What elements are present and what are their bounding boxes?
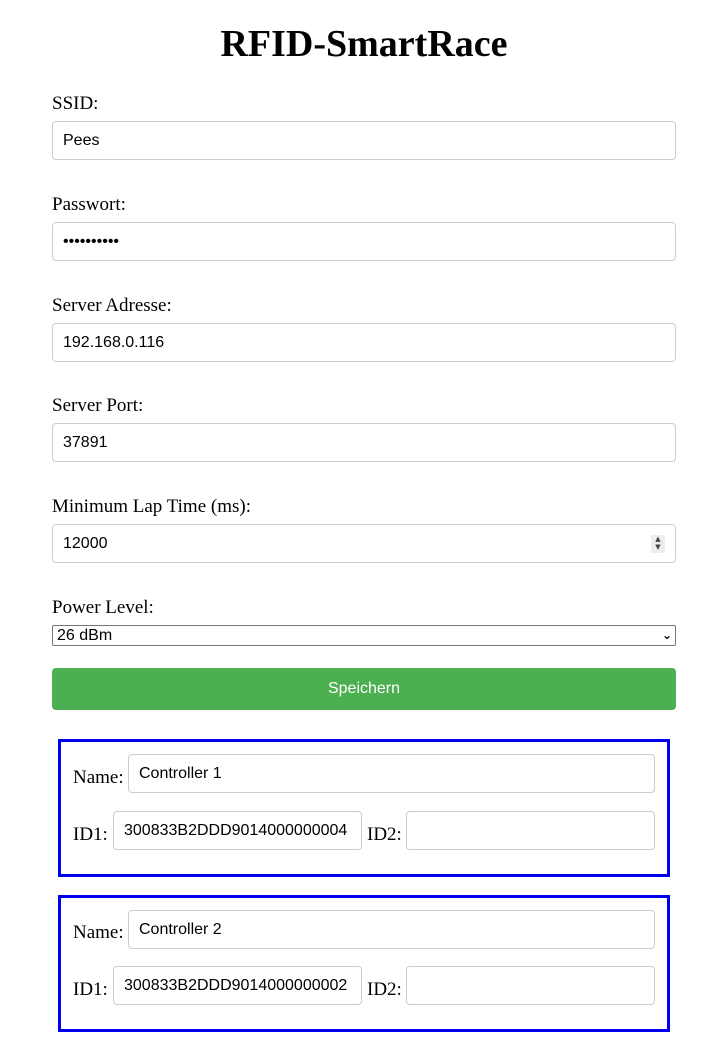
number-spinner-icon[interactable]: ▲ ▼ — [651, 535, 665, 553]
save-button[interactable]: Speichern — [52, 668, 676, 710]
id1-input[interactable] — [113, 966, 362, 1005]
server-address-label: Server Adresse: — [52, 295, 172, 316]
server-address-input[interactable] — [52, 323, 676, 362]
id1-label: ID1: — [73, 979, 108, 1000]
power-level-value: 26 dBm — [57, 627, 113, 644]
ssid-label: SSID: — [52, 93, 99, 114]
controller-name-input[interactable] — [128, 754, 655, 793]
page-title: RFID-SmartRace — [220, 23, 508, 65]
ssid-input[interactable] — [52, 121, 676, 160]
chevron-down-icon: ⌄ — [661, 628, 672, 642]
controller-name-input[interactable] — [128, 910, 655, 949]
controller-card: Name: ID1: ID2: — [58, 739, 670, 877]
id2-input[interactable] — [406, 811, 655, 850]
id2-label: ID2: — [367, 979, 402, 1000]
controller-card: Name: ID1: ID2: — [58, 895, 670, 1032]
server-port-label: Server Port: — [52, 395, 144, 416]
name-label: Name: — [73, 922, 124, 943]
id2-input[interactable] — [406, 966, 655, 1005]
id1-input[interactable] — [113, 811, 362, 850]
power-level-select[interactable]: 26 dBm ⌄ — [52, 625, 676, 646]
password-label: Passwort: — [52, 194, 126, 215]
power-level-label: Power Level: — [52, 597, 154, 618]
min-lap-time-label: Minimum Lap Time (ms): — [52, 496, 251, 517]
id1-label: ID1: — [73, 824, 108, 845]
password-input[interactable] — [52, 222, 676, 261]
name-label: Name: — [73, 767, 124, 788]
id2-label: ID2: — [367, 824, 402, 845]
server-port-input[interactable] — [52, 423, 676, 462]
min-lap-time-input[interactable] — [52, 524, 676, 563]
